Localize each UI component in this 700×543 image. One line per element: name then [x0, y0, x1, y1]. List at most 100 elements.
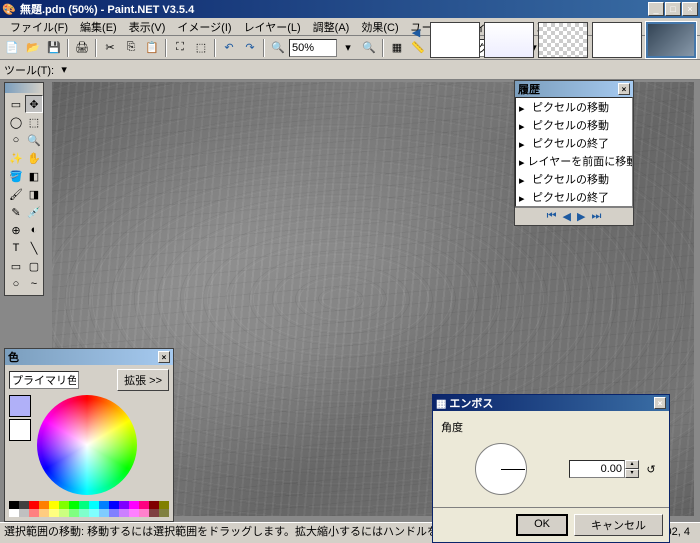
pencil-tool[interactable]: ✎ — [7, 203, 25, 221]
eraser-tool[interactable]: ◨ — [25, 185, 43, 203]
palette-swatch[interactable] — [89, 509, 99, 517]
thumb-prev[interactable]: ◀ — [406, 22, 426, 42]
palette-swatch[interactable] — [109, 509, 119, 517]
clone-tool[interactable]: ⊕ — [7, 221, 25, 239]
zoom-input[interactable] — [289, 39, 337, 57]
palette-swatch[interactable] — [49, 509, 59, 517]
picker-tool[interactable]: 💉 — [25, 203, 43, 221]
save-button[interactable]: 💾 — [44, 38, 64, 58]
rect-tool[interactable]: ▭ — [7, 257, 25, 275]
palette-swatch[interactable] — [9, 509, 19, 517]
menu-edit[interactable]: 編集(E) — [74, 17, 123, 37]
angle-up[interactable]: ▴ — [625, 460, 639, 469]
history-item[interactable]: ▸ピクセルの移動 — [516, 170, 632, 188]
open-button[interactable]: 📂 — [23, 38, 43, 58]
gradient-tool[interactable]: ◧ — [25, 167, 43, 185]
palette-swatch[interactable] — [159, 509, 169, 517]
thumbnail-3[interactable] — [538, 22, 588, 58]
grid-button[interactable]: ▦ — [387, 38, 407, 58]
palette-swatch[interactable] — [19, 509, 29, 517]
maximize-button[interactable]: □ — [665, 2, 681, 16]
ok-button[interactable]: OK — [516, 514, 568, 536]
palette-swatch[interactable] — [129, 509, 139, 517]
history-prev[interactable]: ◀ — [563, 210, 571, 223]
menu-adjustments[interactable]: 調整(A) — [307, 17, 356, 37]
fill-tool[interactable]: 🪣 — [7, 167, 25, 185]
palette-swatch[interactable] — [79, 509, 89, 517]
recolor-tool[interactable]: ◐ — [25, 221, 43, 239]
color-expand-button[interactable]: 拡張 >> — [117, 369, 169, 391]
thumbnail-4[interactable] — [592, 22, 642, 58]
rect-select-tool[interactable]: ▭ — [7, 95, 25, 113]
palette-swatch[interactable] — [89, 501, 99, 509]
minimize-button[interactable]: _ — [648, 2, 664, 16]
menu-layers[interactable]: レイヤー(L) — [238, 17, 307, 37]
palette-swatch[interactable] — [9, 501, 19, 509]
palette-swatch[interactable] — [149, 501, 159, 509]
palette-swatch[interactable] — [39, 509, 49, 517]
history-item[interactable]: ▸レイヤーを前面に移動 — [516, 152, 632, 170]
zoom-dropdown[interactable]: ▾ — [338, 38, 358, 58]
palette-swatch[interactable] — [99, 509, 109, 517]
current-tool-icon[interactable]: ▾ — [54, 60, 74, 80]
palette-swatch[interactable] — [119, 501, 129, 509]
palette-swatch[interactable] — [59, 501, 69, 509]
redo-button[interactable]: ↷ — [240, 38, 260, 58]
new-button[interactable]: 📄 — [2, 38, 22, 58]
palette-swatch[interactable] — [99, 501, 109, 509]
palette-swatch[interactable] — [29, 501, 39, 509]
print-button[interactable]: 🖨 — [72, 38, 92, 58]
menu-effects[interactable]: 効果(C) — [355, 17, 404, 37]
crop-button[interactable]: ⛶ — [170, 38, 190, 58]
undo-button[interactable]: ↶ — [219, 38, 239, 58]
palette-swatch[interactable] — [129, 501, 139, 509]
zoom-out-button[interactable]: 🔍 — [268, 38, 288, 58]
rounded-rect-tool[interactable]: ▢ — [25, 257, 43, 275]
palette-swatch[interactable] — [59, 509, 69, 517]
palette-swatch[interactable] — [69, 501, 79, 509]
palette-swatch[interactable] — [159, 501, 169, 509]
cut-button[interactable]: ✂ — [100, 38, 120, 58]
history-list[interactable]: ▸ピクセルの移動▸ピクセルの移動▸ピクセルの終了▸レイヤーを前面に移動▸ピクセル… — [515, 97, 633, 207]
history-item[interactable]: ▸ピクセルの終了 — [516, 134, 632, 152]
zoom-tool[interactable]: 🔍 — [25, 131, 43, 149]
palette-swatch[interactable] — [69, 509, 79, 517]
palette-swatch[interactable] — [19, 501, 29, 509]
angle-input[interactable] — [569, 460, 625, 478]
freeform-tool[interactable]: ~ — [25, 275, 43, 293]
zoom-in-button[interactable]: 🔍 — [359, 38, 379, 58]
history-item[interactable]: ▸ピクセルの移動 — [516, 116, 632, 134]
move-tool[interactable]: ✥ — [25, 95, 43, 113]
paste-button[interactable]: 📋 — [142, 38, 162, 58]
thumbnail-2[interactable] — [484, 22, 534, 58]
color-close[interactable]: × — [158, 351, 170, 363]
history-last[interactable]: ⏭ — [591, 210, 601, 223]
text-tool[interactable]: T — [7, 239, 25, 257]
close-button[interactable]: × — [682, 2, 698, 16]
palette-swatch[interactable] — [109, 501, 119, 509]
history-next[interactable]: ▶ — [577, 210, 585, 223]
emboss-close[interactable]: × — [654, 397, 666, 409]
palette-swatch[interactable] — [49, 501, 59, 509]
thumbnail-1[interactable] — [430, 22, 480, 58]
copy-button[interactable]: ⎘ — [121, 38, 141, 58]
move-selection-tool[interactable]: ⬚ — [25, 113, 43, 131]
palette-swatch[interactable] — [139, 501, 149, 509]
color-palette[interactable] — [9, 501, 169, 517]
cancel-button[interactable]: キャンセル — [574, 514, 663, 536]
palette-swatch[interactable] — [39, 501, 49, 509]
color-mode-select[interactable] — [9, 371, 79, 389]
angle-down[interactable]: ▾ — [625, 469, 639, 478]
angle-reset[interactable]: ↺ — [641, 459, 661, 479]
palette-swatch[interactable] — [79, 501, 89, 509]
history-item[interactable]: ▸ピクセルの移動 — [516, 98, 632, 116]
ellipse-tool[interactable]: ○ — [7, 275, 25, 293]
palette-swatch[interactable] — [139, 509, 149, 517]
palette-swatch[interactable] — [149, 509, 159, 517]
menu-image[interactable]: イメージ(I) — [171, 17, 237, 37]
history-first[interactable]: ⏮ — [547, 210, 557, 223]
history-close[interactable]: × — [618, 83, 630, 95]
menu-file[interactable]: ファイル(F) — [4, 17, 74, 37]
pan-tool[interactable]: ✋ — [25, 149, 43, 167]
toolbox-header[interactable] — [5, 83, 43, 93]
